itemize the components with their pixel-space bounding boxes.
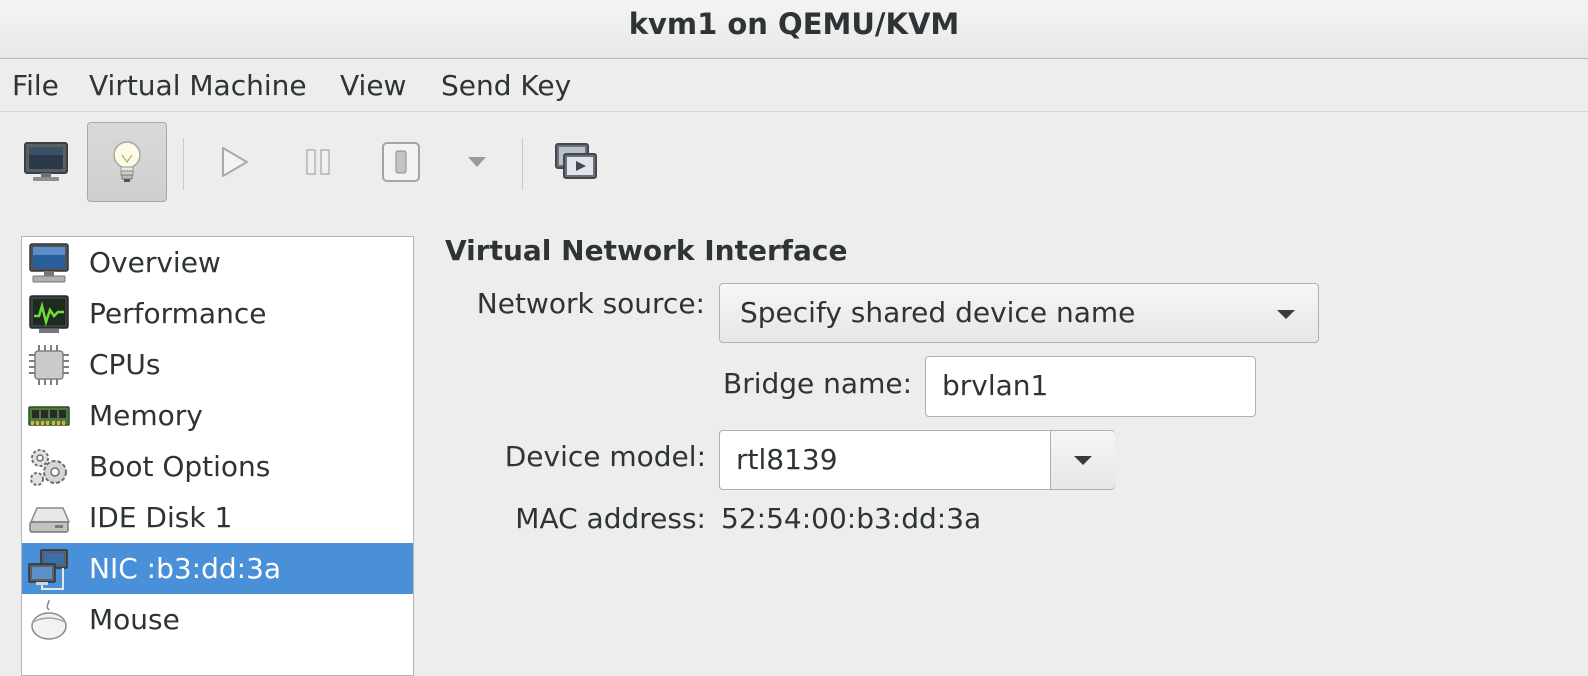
- gears-icon: [30, 449, 67, 486]
- play-icon: [222, 147, 248, 177]
- console-button[interactable]: [6, 122, 86, 202]
- hardware-item-mouse[interactable]: Mouse: [22, 594, 413, 645]
- network-source-value: Specify shared device name: [740, 296, 1136, 329]
- menu-view[interactable]: View: [340, 59, 406, 111]
- hardware-item-memory[interactable]: Memory: [22, 390, 413, 441]
- monitor-icon: [24, 142, 68, 181]
- hard-disk-icon: [29, 507, 71, 533]
- hardware-item-label: Performance: [89, 297, 267, 330]
- bridge-name-value: brvlan1: [942, 369, 1049, 402]
- toolbar-separator: [183, 138, 184, 190]
- shutdown-menu-button[interactable]: [437, 122, 517, 202]
- fullscreen-icon: [555, 143, 597, 179]
- toolbar-separator: [522, 138, 523, 190]
- main-content: Overview Performance CPUs Memory Boot Op…: [0, 212, 1588, 676]
- hardware-list: Overview Performance CPUs Memory Boot Op…: [21, 236, 414, 676]
- device-model-combo-entry[interactable]: rtl8139: [719, 430, 1115, 490]
- overview-monitor-icon: [29, 243, 69, 283]
- window-titlebar: kvm1 on QEMU/KVM: [0, 0, 1588, 59]
- details-button[interactable]: [87, 122, 167, 202]
- window-title: kvm1 on QEMU/KVM: [628, 7, 960, 41]
- memory-module-icon: [28, 406, 70, 426]
- shutdown-button[interactable]: [361, 122, 441, 202]
- section-title: Virtual Network Interface: [445, 234, 848, 267]
- device-model-value: rtl8139: [736, 443, 838, 476]
- hardware-item-cpus[interactable]: CPUs: [22, 339, 413, 390]
- hardware-item-label: IDE Disk 1: [89, 501, 233, 534]
- pause-button[interactable]: [278, 122, 358, 202]
- hardware-item-overview[interactable]: Overview: [22, 237, 413, 288]
- hardware-item-nic[interactable]: NIC :b3:dd:3a: [22, 543, 413, 594]
- mouse-icon: [31, 599, 67, 640]
- pause-icon: [306, 149, 330, 175]
- run-button[interactable]: [194, 122, 274, 202]
- lightbulb-icon: [113, 141, 141, 182]
- hardware-item-label: Mouse: [89, 603, 180, 636]
- device-model-label: Device model:: [504, 440, 706, 473]
- fullscreen-button[interactable]: [536, 122, 616, 202]
- network-icon: [28, 549, 68, 590]
- chevron-down-icon: [1074, 456, 1092, 465]
- network-source-combo[interactable]: Specify shared device name: [719, 283, 1319, 343]
- chevron-down-icon: [468, 157, 486, 167]
- mac-address-value: 52:54:00:b3:dd:3a: [721, 502, 982, 535]
- hardware-item-boot-options[interactable]: Boot Options: [22, 441, 413, 492]
- hardware-item-label: CPUs: [89, 348, 161, 381]
- hardware-item-label: NIC :b3:dd:3a: [89, 552, 282, 585]
- power-icon: [382, 142, 420, 182]
- bridge-name-input[interactable]: brvlan1: [925, 356, 1256, 417]
- hardware-item-label: Memory: [89, 399, 203, 432]
- hardware-item-label: Overview: [89, 246, 221, 279]
- hardware-item-performance[interactable]: Performance: [22, 288, 413, 339]
- hardware-item-label: Boot Options: [89, 450, 271, 483]
- menu-file[interactable]: File: [12, 59, 59, 111]
- menu-send-key[interactable]: Send Key: [441, 59, 571, 111]
- menu-bar: File Virtual Machine View Send Key: [0, 59, 1588, 112]
- chevron-down-icon: [1277, 310, 1295, 319]
- performance-chart-icon: [29, 295, 69, 333]
- hardware-item-ide-disk-1[interactable]: IDE Disk 1: [22, 492, 413, 543]
- network-source-label: Network source:: [476, 287, 705, 320]
- menu-virtual-machine[interactable]: Virtual Machine: [89, 59, 307, 111]
- cpu-chip-icon: [29, 345, 69, 385]
- mac-address-label: MAC address:: [515, 502, 706, 535]
- toolbar: [0, 112, 1588, 212]
- bridge-name-label: Bridge name:: [722, 367, 912, 400]
- device-model-dropdown-button[interactable]: [1050, 431, 1115, 489]
